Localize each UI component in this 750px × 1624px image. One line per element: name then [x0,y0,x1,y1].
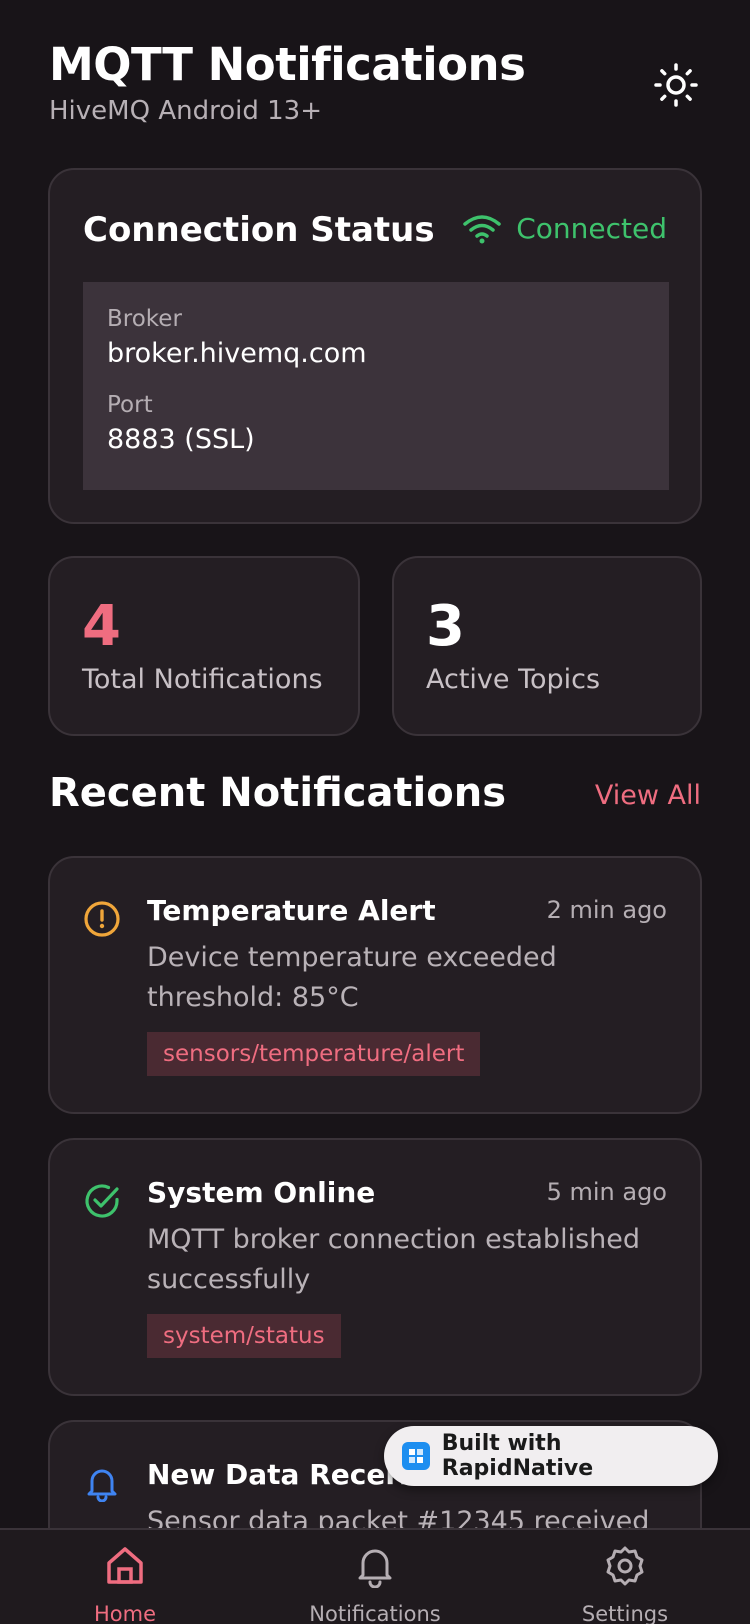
tab-settings[interactable]: Settings [525,1530,725,1624]
built-with-rapidnative-badge[interactable]: Built with RapidNative [384,1426,718,1486]
notification-card[interactable]: System Online 5 min ago MQTT broker conn… [48,1138,702,1396]
view-all-link[interactable]: View All [595,780,701,811]
tab-home[interactable]: Home [25,1530,225,1624]
wifi-icon [463,214,501,243]
port-value: 8883 (SSL) [107,424,255,455]
home-icon [107,1547,143,1584]
active-topics-value: 3 [426,594,465,659]
notification-body: MQTT broker connection established succe… [147,1224,641,1295]
notification-topic-tag: sensors/temperature/alert [147,1032,481,1076]
check-circle-icon [85,1184,119,1218]
connection-status-indicator: Connected [462,212,667,245]
tab-notifications-label: Notifications [309,1602,441,1624]
port-label: Port [107,392,153,418]
active-topics-label: Active Topics [426,664,601,695]
bell-icon [358,1549,392,1588]
tab-settings-label: Settings [581,1602,669,1624]
bottom-tab-bar: Home Notifications Settings [0,1528,750,1624]
bell-icon [87,1469,117,1502]
recent-notifications-title: Recent Notifications [49,770,507,816]
broker-value: broker.hivemq.com [107,338,367,369]
total-notifications-label: Total Notifications [82,664,323,695]
notification-title: Temperature Alert [147,894,436,927]
app-screen: MQTT Notifications HiveMQ Android 13+ Co… [0,0,750,1624]
tab-notifications[interactable]: Notifications [275,1530,475,1624]
connection-status-text: Connected [516,212,667,245]
broker-label: Broker [107,306,182,332]
notification-body: Device temperature exceeded threshold: 8… [147,942,557,1013]
alert-circle-icon [84,901,120,937]
active-topics-card: 3 Active Topics [392,556,702,736]
notification-card[interactable]: Temperature Alert 2 min ago Device tempe… [48,856,702,1114]
broker-info-panel: Broker broker.hivemq.com Port 8883 (SSL) [83,282,669,490]
notification-topic-tag: system/status [147,1314,341,1358]
badge-text: Built with RapidNative [441,1431,594,1481]
page-title: MQTT Notifications [49,38,526,91]
page-subtitle: HiveMQ Android 13+ [49,96,322,126]
header: MQTT Notifications HiveMQ Android 13+ [49,36,701,136]
rapidnative-logo-icon [402,1442,430,1470]
connection-status-card: Connection Status Connected Broker broke… [48,168,702,524]
total-notifications-value: 4 [82,594,121,659]
connection-status-title: Connection Status [83,210,435,250]
sun-icon [654,63,698,107]
gear-icon [606,1546,644,1586]
total-notifications-card: 4 Total Notifications [48,556,360,736]
notification-time: 2 min ago [546,896,667,924]
notification-title: System Online [147,1176,376,1209]
notification-time: 5 min ago [546,1178,667,1206]
tab-home-label: Home [93,1602,156,1624]
theme-toggle-button[interactable] [651,60,701,110]
